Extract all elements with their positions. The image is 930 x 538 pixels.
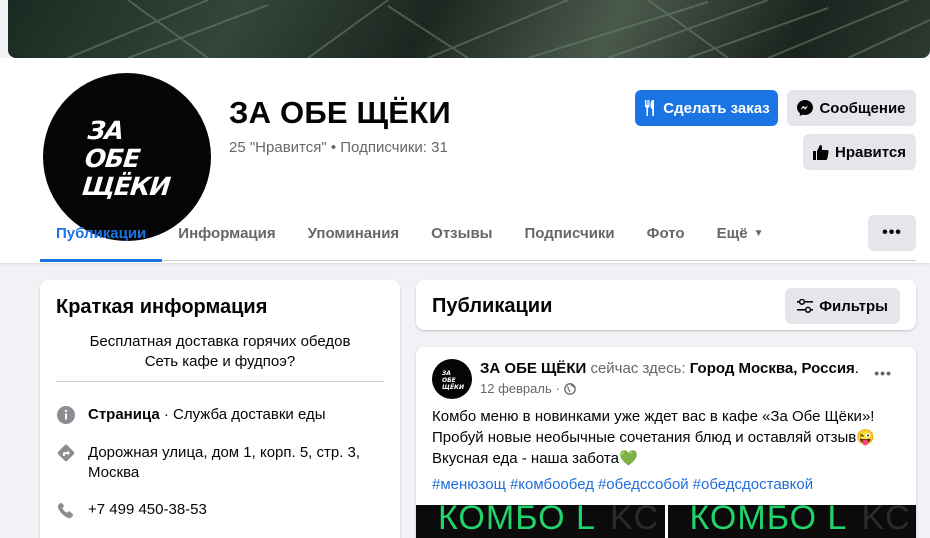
order-button-label: Сделать заказ — [663, 99, 770, 117]
post-meta: 12 февраль · — [480, 381, 576, 396]
tab-information[interactable]: Информация — [162, 204, 291, 262]
tab-followers[interactable]: Подписчики — [508, 204, 630, 262]
tab-label: Публикации — [56, 224, 147, 242]
post-image[interactable]: КОМБО L KC — [667, 505, 916, 538]
page-title: ЗА ОБЕ ЩЁКИ — [229, 95, 451, 130]
post-place[interactable]: Город Москва, Россия — [690, 360, 855, 377]
tab-label: Отзывы — [431, 224, 493, 242]
globe-icon — [564, 382, 576, 395]
post-hashtags: #менюзощ #комбообед #обедссобой #обедсдоста… — [432, 476, 817, 493]
tab-more[interactable]: Ещё ▼ — [701, 204, 780, 262]
post-image-text: КОМБО L — [438, 505, 596, 537]
intro-divider — [56, 381, 384, 382]
post-image[interactable]: КОМБО L KC — [416, 505, 665, 538]
phone-icon — [56, 500, 76, 520]
logo-line: ЗА — [86, 116, 125, 145]
tab-mentions[interactable]: Упоминания — [292, 204, 416, 262]
post-card: ЗА ОБЕ ЩЁКИ ЗА ОБЕ ЩЁКИ сейчас здесь: Го… — [416, 347, 916, 538]
tab-label: Информация — [178, 224, 276, 242]
tab-reviews[interactable]: Отзывы — [415, 204, 508, 262]
post-date-separator: · — [555, 381, 561, 396]
tab-label: Фото — [646, 224, 685, 242]
page-stats[interactable]: 25 "Нравится" • Подписчики: 31 — [229, 139, 448, 156]
post-author-name[interactable]: ЗА ОБЕ ЩЁКИ — [480, 360, 586, 377]
more-options-button[interactable]: ••• — [868, 215, 916, 251]
post-author-line: ЗА ОБЕ ЩЁКИ сейчас здесь: Город Москва, … — [480, 360, 859, 377]
directions-icon — [56, 443, 76, 463]
caret-down-icon: ▼ — [753, 227, 764, 239]
post-images: КОМБО L KC КОМБО L KC — [416, 505, 916, 538]
info-icon — [56, 405, 76, 425]
page-tabs: Публикации Информация Упоминания Отзывы … — [40, 204, 779, 262]
info-category: Страница · Служба доставки еды — [56, 405, 326, 425]
fork-knife-icon — [645, 100, 655, 116]
info-phone[interactable]: +7 499 450-38-53 — [56, 500, 207, 520]
hashtag-link[interactable]: #комбообед — [510, 476, 594, 493]
post-avatar-line: ОБЕ — [442, 377, 456, 384]
messenger-icon — [797, 100, 814, 116]
post-avatar-line: ЗА — [442, 370, 451, 377]
post-avatar[interactable]: ЗА ОБЕ ЩЁКИ — [432, 359, 472, 399]
hashtag-link[interactable]: #обедсдоставкой — [693, 476, 813, 493]
category-text: · Служба доставки еды — [159, 406, 326, 423]
post-image-ghost-text: KC — [861, 505, 911, 537]
post-text-line: Вкусная еда - наша забота💚 — [432, 450, 638, 467]
like-button-label: Нравится — [834, 143, 907, 161]
phone-text: +7 499 450-38-53 — [88, 501, 207, 518]
post-place-suffix: . — [854, 360, 859, 377]
post-options-button[interactable]: ••• — [874, 365, 892, 381]
logo-line: ОБЕ — [83, 144, 141, 173]
tab-label: Упоминания — [307, 224, 400, 242]
cover-photo[interactable] — [8, 0, 930, 58]
thumbs-up-icon — [812, 145, 829, 160]
post-text-line: Пробуй новые необычные сочетания блюд и … — [432, 429, 875, 446]
intro-description: Бесплатная доставка горячих обедов Сеть … — [56, 332, 384, 372]
info-category-text: Страница · Служба доставки еды — [88, 405, 326, 425]
post-image-ghost-text: KC — [609, 505, 660, 537]
intro-card: Краткая информация Бесплатная доставка г… — [40, 280, 400, 538]
order-button[interactable]: Сделать заказ — [635, 90, 778, 126]
tab-label: Ещё — [716, 224, 748, 242]
info-address[interactable]: Дорожная улица, дом 1, корп. 5, стр. 3, … — [56, 443, 376, 483]
message-button-label: Сообщение — [819, 99, 906, 117]
intro-description-line: Бесплатная доставка горячих обедов — [89, 333, 351, 350]
filters-label: Фильтры — [819, 297, 888, 315]
category-prefix[interactable]: Страница — [88, 406, 160, 423]
post-checkin-text: сейчас здесь: — [586, 360, 690, 377]
logo-line: ЩЁКИ — [80, 172, 172, 201]
sliders-icon — [797, 299, 814, 313]
address-text: Дорожная улица, дом 1, корп. 5, стр. 3, … — [88, 444, 361, 481]
publications-title: Публикации — [432, 295, 553, 317]
post-date[interactable]: 12 февраль — [480, 381, 552, 396]
post-avatar-line: ЩЁКИ — [442, 384, 464, 391]
hashtag-link[interactable]: #менюзощ — [432, 476, 506, 493]
post-image-text: КОМБО L — [689, 505, 848, 537]
filters-button[interactable]: Фильтры — [785, 288, 900, 324]
hashtag-link[interactable]: #обедссобой — [598, 476, 689, 493]
tab-publications[interactable]: Публикации — [40, 204, 163, 262]
tab-photos[interactable]: Фото — [631, 204, 701, 262]
post-text: Комбо меню в новинками уже ждет вас в ка… — [432, 406, 902, 469]
post-text-line: Комбо меню в новинками уже ждет вас в ка… — [432, 408, 875, 425]
tab-label: Подписчики — [524, 224, 615, 242]
message-button[interactable]: Сообщение — [787, 90, 916, 126]
publications-header: Публикации Фильтры — [416, 280, 916, 330]
intro-description-line: Сеть кафе и фудпоэ? — [144, 353, 296, 370]
intro-title: Краткая информация — [56, 296, 268, 318]
like-button[interactable]: Нравится — [803, 134, 916, 170]
